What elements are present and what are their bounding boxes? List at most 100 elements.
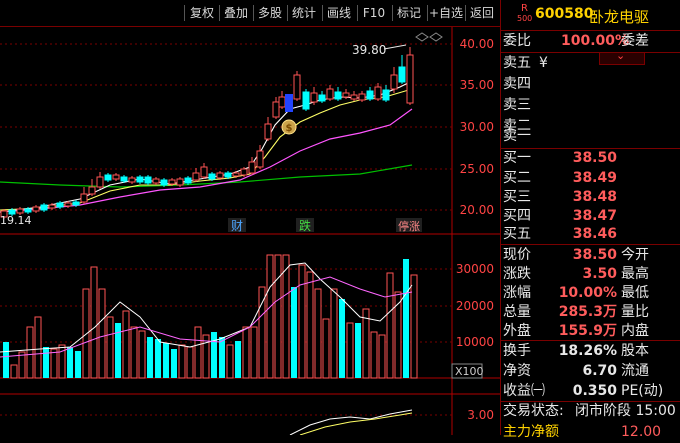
candles-group: [0, 47, 414, 219]
buy-level-label: 买二: [503, 170, 531, 186]
volume-bar: [298, 264, 306, 379]
lower-axis-label: 3.00: [467, 408, 494, 422]
volume-bar: [138, 330, 146, 379]
candle: [334, 91, 342, 100]
r-badge-sub: 500: [517, 14, 533, 23]
sell-level-label: 卖四: [503, 76, 531, 92]
fall-marker[interactable]: 跌: [299, 218, 311, 233]
volume-bar: [106, 316, 114, 379]
toolbar-divider: [184, 5, 185, 21]
buy-level-label: 买五: [503, 226, 531, 242]
buy-row: 买一 38.50: [501, 148, 680, 169]
multi-stock-button[interactable]: 多股: [254, 4, 286, 22]
volume-bars-group: [3, 254, 418, 379]
stat-label-right: 股本: [621, 343, 649, 359]
volume-bar: [115, 323, 121, 378]
candle: [40, 204, 48, 211]
candle: [208, 173, 216, 180]
stat-row: 换手 18.26% 股本: [501, 341, 680, 362]
chart-toolbar: 复权 叠加 多股 统计 画线 F10 标记 +自选 返回: [0, 0, 500, 27]
candle: [192, 172, 200, 181]
candle: [88, 186, 96, 195]
fuquan-button[interactable]: 复权: [186, 4, 218, 22]
candle: [80, 193, 88, 203]
stock-name: 卧龙电驱: [589, 8, 650, 26]
stat-value: 6.70: [582, 363, 617, 379]
back-button[interactable]: 返回: [466, 4, 498, 22]
candle: [216, 172, 224, 179]
mark-button[interactable]: 标记: [393, 4, 425, 22]
candle: [136, 176, 144, 183]
candle: [168, 179, 176, 185]
high-price-label: 39.80: [352, 43, 386, 57]
add-watchlist-button[interactable]: +自选: [428, 4, 464, 22]
volume-bar: [306, 271, 314, 379]
buy-price: 38.48: [572, 189, 617, 205]
main-flow-label: 主力净额: [503, 424, 559, 440]
kline-chart[interactable]: 40.00 35.00 30.00 25.00 20.00 30000 2000…: [0, 27, 500, 436]
trade-status-value: 闭市阶段 15:00: [575, 403, 676, 419]
stat-label: 换手: [503, 343, 531, 359]
stat-label-right: 今开: [621, 247, 649, 263]
candle: [152, 178, 160, 184]
volume-bar: [122, 310, 130, 379]
volume-bar: [163, 343, 169, 378]
draw-line-button[interactable]: 画线: [323, 4, 355, 22]
stat-value: 155.9万: [558, 323, 617, 339]
candle: [240, 168, 248, 176]
volume-bar: [235, 341, 241, 378]
price-axis-label: 25.00: [460, 162, 494, 176]
buy-price: 38.50: [572, 150, 617, 166]
volume-bar: [43, 347, 49, 378]
volume-bar: [211, 332, 217, 378]
high-pointer: [383, 44, 407, 50]
low-price-label: 19.14: [0, 214, 32, 227]
volume-bar: [410, 274, 418, 379]
volume-bar: [362, 308, 370, 379]
f10-button[interactable]: F10: [358, 4, 390, 22]
volume-bar: [226, 344, 234, 379]
money-bag-icon-glyph: $: [286, 123, 293, 134]
stat-row: 总量 285.3万 量比: [501, 302, 680, 323]
finance-marker[interactable]: 财: [231, 219, 243, 233]
kline-chart-svg: 40.00 35.00 30.00 25.00 20.00 30000 2000…: [0, 27, 500, 436]
buy-row: 买三 38.48: [501, 187, 680, 208]
stat-label: 净资: [503, 363, 531, 379]
stat-label-right: PE(动): [621, 383, 664, 399]
price-axis-label: 40.00: [460, 37, 494, 51]
volume-bar: [18, 351, 26, 379]
quote-panel: R 500 600580 卧龙电驱 委比 100.00% 委差 ⌄ 卖五 ¥ 卖…: [500, 0, 680, 440]
lower-indicator-line: [289, 409, 413, 436]
candle: [16, 208, 24, 214]
candle: [32, 206, 40, 212]
overlay-button[interactable]: 叠加: [220, 4, 252, 22]
candle: [144, 176, 152, 184]
stat-label: 收益㈠: [503, 383, 545, 399]
sell-level-label: 卖三: [503, 97, 531, 113]
volume-bar: [250, 326, 258, 379]
volume-bar: [194, 326, 202, 379]
volume-bar: [130, 326, 138, 379]
stat-label-right: 流通: [621, 363, 649, 379]
candle: [96, 176, 104, 188]
limit-up-marker[interactable]: 停涨: [398, 219, 420, 233]
stat-value: 38.50: [572, 247, 617, 263]
r-badge: R: [521, 3, 528, 14]
volume-bar: [186, 346, 194, 379]
volume-bar: [314, 288, 322, 379]
buy-price: 38.46: [572, 226, 617, 242]
volume-bar: [98, 288, 106, 379]
candle: [278, 96, 286, 108]
volume-bar: [10, 364, 18, 379]
volume-bar: [178, 344, 186, 379]
candle: [104, 174, 112, 181]
candle: [72, 201, 80, 206]
candle: [406, 54, 414, 104]
candle: [48, 204, 56, 209]
trade-status-row: 交易状态: 闭市阶段 15:00: [501, 401, 680, 422]
candle: [128, 177, 136, 183]
trade-status-label: 交易状态:: [503, 403, 564, 419]
candle: [310, 92, 318, 103]
statistics-button[interactable]: 统计: [288, 4, 320, 22]
volume-bar: [378, 334, 386, 379]
